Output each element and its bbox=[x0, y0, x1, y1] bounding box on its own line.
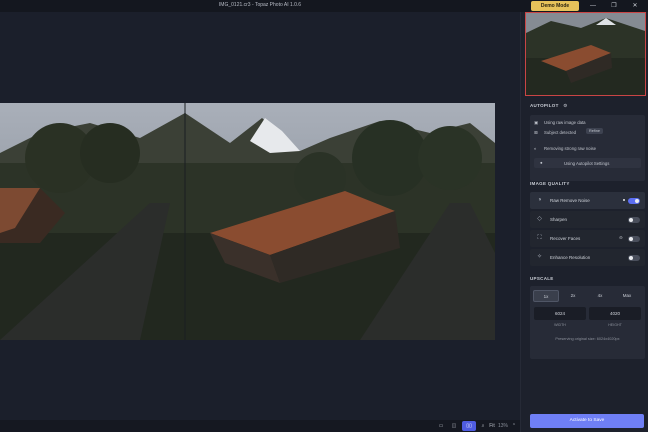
autopilot-settings-button[interactable]: ● Using Autopilot Settings bbox=[534, 158, 641, 168]
sparkle-icon: ● bbox=[540, 160, 543, 165]
recover-faces-toggle[interactable] bbox=[628, 236, 640, 242]
enhance-resolution-toggle[interactable] bbox=[628, 255, 640, 261]
width-label: WIDTH bbox=[554, 323, 566, 327]
filter-label: Enhance Resolution bbox=[550, 255, 591, 260]
photo-preview[interactable] bbox=[0, 103, 495, 340]
sidebar: AUTOPILOT ⚙ ▣ Using raw image data ⊠ Sub… bbox=[520, 12, 648, 432]
active-dot bbox=[623, 199, 625, 201]
width-field[interactable]: 6024 bbox=[534, 307, 586, 320]
activate-to-save-button[interactable]: Activate to Save bbox=[530, 414, 644, 428]
face-icon: ⛶ bbox=[537, 235, 542, 241]
autopilot-settings-label: Using Autopilot Settings bbox=[564, 160, 610, 166]
filter-label: Sharpen bbox=[550, 217, 568, 222]
filter-raw-remove-noise[interactable]: ◑ Raw Remove Noise bbox=[530, 192, 645, 209]
filter-label: Recover Faces bbox=[550, 236, 581, 241]
noise-icon: ◑ bbox=[537, 197, 542, 203]
window-title: IMG_0121.cr3 - Topaz Photo AI 1.0.6 bbox=[218, 2, 302, 8]
sharpen-icon: ◇ bbox=[537, 216, 542, 222]
filter-recover-faces[interactable]: ⛶ Recover Faces ⊝ bbox=[530, 230, 645, 247]
sharpen-toggle[interactable] bbox=[628, 217, 640, 223]
raw-remove-noise-toggle[interactable] bbox=[628, 198, 640, 204]
resolution-icon: ✧ bbox=[536, 254, 543, 260]
height-label: HEIGHT bbox=[608, 323, 622, 327]
scale-options: 1x 2x 4x Max bbox=[533, 290, 642, 302]
close-icon[interactable]: ✕ bbox=[628, 1, 642, 11]
zoom-value: 13% bbox=[497, 423, 508, 429]
lock-icon: ⊝ bbox=[619, 235, 623, 240]
maximize-icon[interactable]: ❐ bbox=[607, 1, 621, 11]
title-bar: IMG_0121.cr3 - Topaz Photo AI 1.0.6 Demo… bbox=[0, 0, 648, 12]
thumbnail-image bbox=[526, 13, 645, 95]
demo-mode-button[interactable]: Demo Mode bbox=[531, 1, 579, 11]
scale-option-max[interactable]: Max bbox=[614, 290, 640, 302]
filter-sharpen[interactable]: ◇ Sharpen bbox=[530, 211, 645, 228]
refine-button[interactable]: Refine bbox=[586, 128, 603, 134]
subject-icon: ⊠ bbox=[534, 130, 538, 135]
split-view-icon[interactable]: ◫ bbox=[449, 421, 459, 431]
scale-option-2x[interactable]: 2x bbox=[560, 290, 586, 302]
image-quality-heading: IMAGE QUALITY bbox=[530, 181, 570, 186]
bottom-toolbar: ▭ ◫ ▯▯ ⌕ Fit 13% ⌃ bbox=[0, 420, 520, 432]
filter-label: Raw Remove Noise bbox=[550, 198, 590, 203]
chevron-up-icon[interactable]: ⌃ bbox=[510, 421, 518, 431]
preview-canvas[interactable] bbox=[0, 12, 520, 420]
gear-icon[interactable]: ⚙ bbox=[563, 103, 567, 108]
photo-image bbox=[0, 103, 495, 340]
raw-data-text: Using raw image data bbox=[544, 120, 586, 125]
upscale-heading: UPSCALE bbox=[530, 276, 554, 281]
scale-option-4x[interactable]: 4x bbox=[587, 290, 613, 302]
camera-icon: ▣ bbox=[534, 120, 539, 125]
height-field[interactable]: 4020 bbox=[589, 307, 641, 320]
upscale-card: 1x 2x 4x Max 6024 4020 WIDTH HEIGHT Pres… bbox=[530, 286, 645, 359]
autopilot-heading: AUTOPILOT ⚙ bbox=[530, 103, 568, 108]
side-by-side-view-icon[interactable]: ▯▯ bbox=[462, 421, 476, 431]
autopilot-card: ▣ Using raw image data ⊠ Subject detecte… bbox=[530, 115, 645, 181]
minimize-icon[interactable]: — bbox=[586, 1, 600, 11]
preserve-size-note: Preserving original size: 6024x4020px bbox=[555, 337, 620, 341]
scale-option-1x[interactable]: 1x bbox=[533, 290, 559, 302]
zoom-icon[interactable]: ⌕ bbox=[479, 421, 487, 431]
noise-icon: ◐ bbox=[534, 146, 537, 151]
zoom-mode[interactable]: Fit bbox=[487, 421, 497, 431]
subject-text: Subject detected bbox=[544, 130, 577, 135]
removing-text: Removing strong raw noise bbox=[544, 146, 597, 151]
single-view-icon[interactable]: ▭ bbox=[436, 421, 446, 431]
filter-enhance-resolution[interactable]: ✧ Enhance Resolution bbox=[530, 249, 645, 266]
navigator-thumbnail[interactable] bbox=[525, 12, 646, 96]
